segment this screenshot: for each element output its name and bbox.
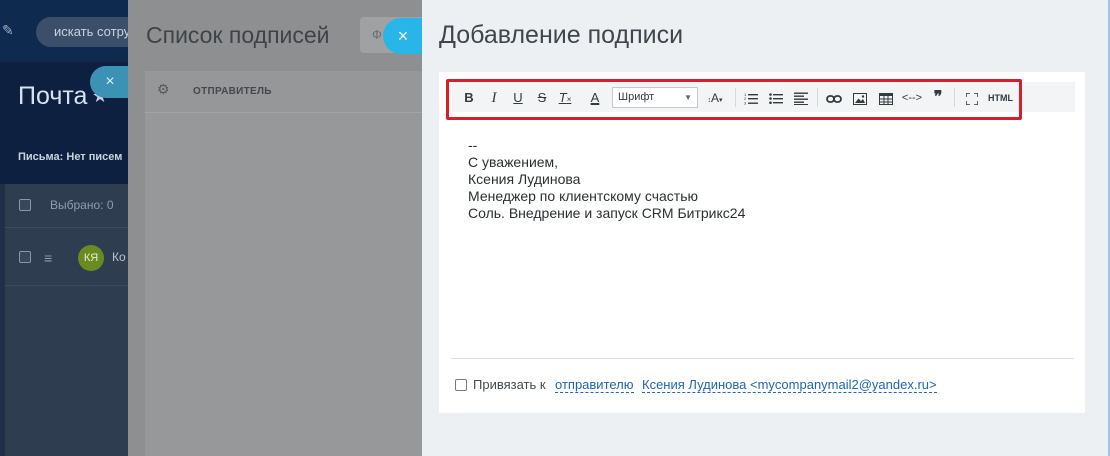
signature-list-panel: Список подписей Ф ⚙ ОТПРАВИТЕЛЬ <box>128 0 422 456</box>
signature-line: -- <box>468 137 478 153</box>
signature-line: Соль. Внедрение и запуск CRM Битрикс24 <box>468 205 746 221</box>
signature-list-title: Список подписей <box>146 22 330 48</box>
sender-type-link[interactable]: отправителю <box>555 377 634 393</box>
toolbar-highlight-frame <box>446 79 1022 120</box>
signature-editor: B I U S T× A Шрифт ▼ ↕A▾ 123 <--> ❞ HTML… <box>439 72 1085 413</box>
background-page-title: Почта <box>18 82 88 110</box>
signature-text-area[interactable]: -- С уважением, Ксения Лудинова Менеджер… <box>468 137 745 222</box>
signature-list-body <box>145 113 422 456</box>
signature-line: Ксения Лудинова <box>468 171 581 187</box>
background-search-input: искать сотру <box>36 17 140 47</box>
column-sender: ОТПРАВИТЕЛЬ <box>193 86 272 97</box>
add-signature-panel: Добавление подписи B I U S T× A Шрифт ▼ … <box>422 0 1110 456</box>
background-row-checkbox <box>19 251 31 263</box>
background-mail-app: ✎ искать сотру Почта ★ × Письма: Нет пис… <box>0 0 140 456</box>
bind-to-sender-label: Привязать к <box>473 377 546 392</box>
signature-line: С уважением, <box>468 154 559 170</box>
gear-icon: ⚙ <box>157 81 170 97</box>
menu-icon: ≡ <box>44 250 53 266</box>
sender-select-link[interactable]: Ксения Лудинова <mycompanymail2@yandex.r… <box>642 377 937 393</box>
pencil-icon: ✎ <box>2 22 14 38</box>
bind-to-sender-checkbox[interactable] <box>455 379 467 391</box>
editor-divider <box>451 358 1074 359</box>
close-slider-button[interactable]: × <box>383 18 423 54</box>
background-letters-count: Письма: Нет писем <box>18 151 123 163</box>
signature-list-header: ⚙ ОТПРАВИТЕЛЬ <box>145 71 422 113</box>
background-close-icon: × <box>90 66 130 98</box>
background-select-all-checkbox <box>19 199 31 211</box>
background-row-name: Ко <box>112 250 126 264</box>
signature-line: Менеджер по клиентскому счастью <box>468 188 698 204</box>
avatar: КЯ <box>78 245 104 271</box>
page-title: Добавление подписи <box>439 21 684 49</box>
background-selected-count: Выбрано: 0 <box>50 198 114 212</box>
